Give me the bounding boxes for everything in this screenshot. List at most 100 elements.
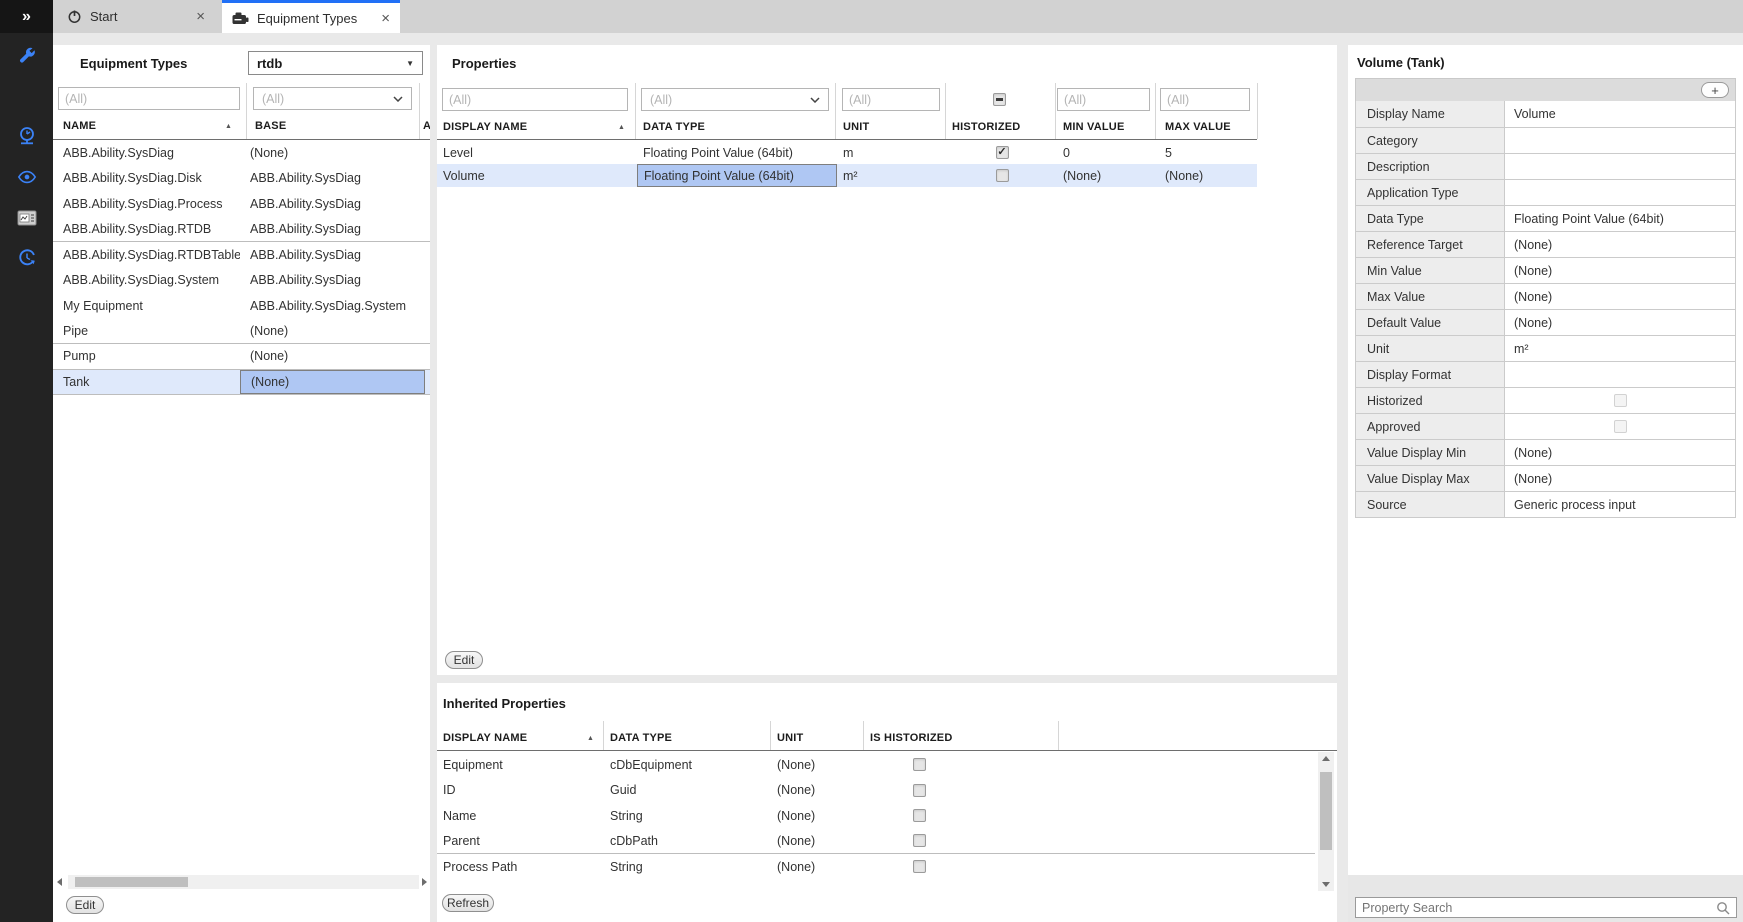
historized-filter-checkbox[interactable] xyxy=(993,93,1006,106)
min-value-filter-input[interactable] xyxy=(1057,88,1150,111)
close-icon[interactable]: × xyxy=(196,9,205,24)
scroll-down-icon[interactable] xyxy=(1322,882,1330,887)
property-row[interactable]: Display Name Volume xyxy=(1356,101,1735,127)
table-row[interactable]: ABB.Ability.SysDiag.Process ABB.Ability.S… xyxy=(53,191,430,217)
column-header-data-type[interactable]: DATA TYPE xyxy=(643,121,705,133)
column-header-name[interactable]: NAME xyxy=(63,120,96,132)
max-value-filter-input[interactable] xyxy=(1160,88,1250,111)
add-property-button[interactable]: + xyxy=(1701,82,1729,98)
is-historized-checkbox-unchecked[interactable] xyxy=(912,809,926,823)
table-row[interactable]: Equipment cDbEquipment (None) xyxy=(437,752,1315,778)
table-row[interactable]: ABB.Ability.SysDiag.System ABB.Ability.Sy… xyxy=(53,268,430,294)
scroll-left-icon[interactable] xyxy=(57,878,62,886)
properties-panel: Properties (All) DISPLAY NAME ▲ DATA TYP… xyxy=(437,45,1337,675)
property-row[interactable]: Unit m² xyxy=(1356,335,1735,361)
property-row[interactable]: Source Generic process input xyxy=(1356,491,1735,517)
property-search-box[interactable] xyxy=(1355,897,1737,918)
column-header-is-historized[interactable]: IS HISTORIZED xyxy=(870,732,952,744)
unit-filter-input[interactable] xyxy=(842,88,940,111)
property-row[interactable]: Category xyxy=(1356,127,1735,153)
table-row[interactable]: My Equipment ABB.Ability.SysDiag.System xyxy=(53,293,430,319)
column-header-data-type[interactable]: DATA TYPE xyxy=(610,732,672,744)
property-row[interactable]: Description xyxy=(1356,153,1735,179)
table-row[interactable]: ABB.Ability.SysDiag (None) xyxy=(53,140,430,166)
property-row[interactable]: Historized xyxy=(1356,387,1735,413)
power-icon xyxy=(67,9,82,24)
historized-checkbox-unchecked[interactable] xyxy=(1613,394,1627,407)
refresh-button[interactable]: Refresh xyxy=(442,894,494,912)
column-header-min-value[interactable]: MIN VALUE xyxy=(1063,121,1124,133)
sidebar-expand-button[interactable]: » xyxy=(0,0,53,33)
tab-label: Equipment Types xyxy=(257,10,358,26)
edit-button[interactable]: Edit xyxy=(445,651,483,669)
scroll-up-icon[interactable] xyxy=(1322,756,1330,761)
column-header-max-value[interactable]: MAX VALUE xyxy=(1165,121,1231,133)
column-header-display-name[interactable]: DISPLAY NAME xyxy=(443,121,527,133)
display-name-filter-input[interactable] xyxy=(442,88,628,111)
property-row[interactable]: Default Value (None) xyxy=(1356,309,1735,335)
column-header-historized[interactable]: HISTORIZED xyxy=(952,121,1020,133)
table-row[interactable]: Pump (None) xyxy=(53,344,430,370)
property-row[interactable]: Reference Target (None) xyxy=(1356,231,1735,257)
table-row[interactable]: Pipe (None) xyxy=(53,319,430,344)
column-header-display-name[interactable]: DISPLAY NAME xyxy=(443,732,527,744)
is-historized-checkbox-unchecked[interactable] xyxy=(912,834,926,848)
name-filter-input[interactable] xyxy=(58,87,240,110)
model-type-select[interactable]: rtdb ▼ xyxy=(248,51,423,75)
scrollbar-track[interactable] xyxy=(68,875,419,889)
data-type-filter-select[interactable]: (All) xyxy=(641,88,829,111)
table-row[interactable]: ABB.Ability.SysDiag.RTDBTable ABB.Ability… xyxy=(53,242,430,268)
property-row[interactable]: Display Format xyxy=(1356,361,1735,387)
scroll-right-icon[interactable] xyxy=(422,878,427,886)
equipment-icon xyxy=(232,12,249,25)
table-row[interactable]: Level Floating Point Value (64bit) m ✓ 0… xyxy=(437,141,1257,164)
property-row[interactable]: Data Type Floating Point Value (64bit) xyxy=(1356,205,1735,231)
scrollbar-thumb[interactable] xyxy=(75,877,188,887)
sort-asc-icon: ▲ xyxy=(618,124,625,131)
property-row[interactable]: Max Value (None) xyxy=(1356,283,1735,309)
history-icon[interactable] xyxy=(17,248,37,268)
is-historized-checkbox-unchecked[interactable] xyxy=(912,783,926,797)
base-filter-select[interactable]: (All) xyxy=(253,87,412,110)
edit-button[interactable]: Edit xyxy=(66,896,104,914)
tab-start[interactable]: Start × xyxy=(57,0,215,33)
column-header-base[interactable]: BASE xyxy=(255,120,286,132)
property-row[interactable]: Min Value (None) xyxy=(1356,257,1735,283)
historized-checkbox-checked[interactable]: ✓ xyxy=(995,146,1009,159)
column-divider xyxy=(835,83,836,139)
tab-label: Start xyxy=(90,9,118,24)
gauge-icon[interactable] xyxy=(17,126,37,146)
property-row[interactable]: Value Display Min (None) xyxy=(1356,439,1735,465)
table-row[interactable]: ABB.Ability.SysDiag.RTDB ABB.Ability.SysD… xyxy=(53,217,430,242)
close-icon[interactable]: × xyxy=(381,11,390,26)
approved-checkbox-unchecked[interactable] xyxy=(1613,420,1627,433)
table-row[interactable]: Name String (None) xyxy=(437,803,1315,829)
property-detail-panel: Volume (Tank) + Display Name Volume Categ… xyxy=(1348,45,1743,922)
historized-checkbox-unchecked[interactable] xyxy=(995,169,1009,182)
column-divider xyxy=(1155,83,1156,139)
is-historized-checkbox-unchecked[interactable] xyxy=(912,860,926,874)
table-row-selected[interactable]: Tank (None) xyxy=(53,369,430,395)
column-header-clipped[interactable]: A xyxy=(423,120,430,132)
property-search-input[interactable] xyxy=(1362,900,1716,915)
horizontal-scrollbar[interactable] xyxy=(53,874,430,890)
column-header-unit[interactable]: UNIT xyxy=(843,121,869,133)
reports-icon[interactable] xyxy=(17,208,37,228)
property-row[interactable]: Application Type xyxy=(1356,179,1735,205)
table-row[interactable]: ID Guid (None) xyxy=(437,778,1315,804)
property-grid: Display Name Volume Category Description … xyxy=(1355,101,1736,518)
table-row[interactable]: Process Path String (None) xyxy=(437,854,1315,880)
scrollbar-thumb[interactable] xyxy=(1320,772,1332,850)
vertical-scrollbar[interactable] xyxy=(1318,752,1334,891)
table-row[interactable]: Parent cDbPath (None) xyxy=(437,829,1315,854)
table-row-selected[interactable]: Volume Floating Point Value (64bit) m² (… xyxy=(437,164,1257,187)
tab-equipment-types[interactable]: Equipment Types × xyxy=(222,0,400,33)
eye-icon[interactable] xyxy=(17,167,37,187)
table-row[interactable]: ABB.Ability.SysDiag.Disk ABB.Ability.SysD… xyxy=(53,166,430,192)
column-header-unit[interactable]: UNIT xyxy=(777,732,803,744)
wrench-icon[interactable] xyxy=(17,45,37,65)
column-divider xyxy=(863,721,864,750)
property-row[interactable]: Approved xyxy=(1356,413,1735,439)
is-historized-checkbox-unchecked[interactable] xyxy=(912,758,926,772)
property-row[interactable]: Value Display Max (None) xyxy=(1356,465,1735,491)
